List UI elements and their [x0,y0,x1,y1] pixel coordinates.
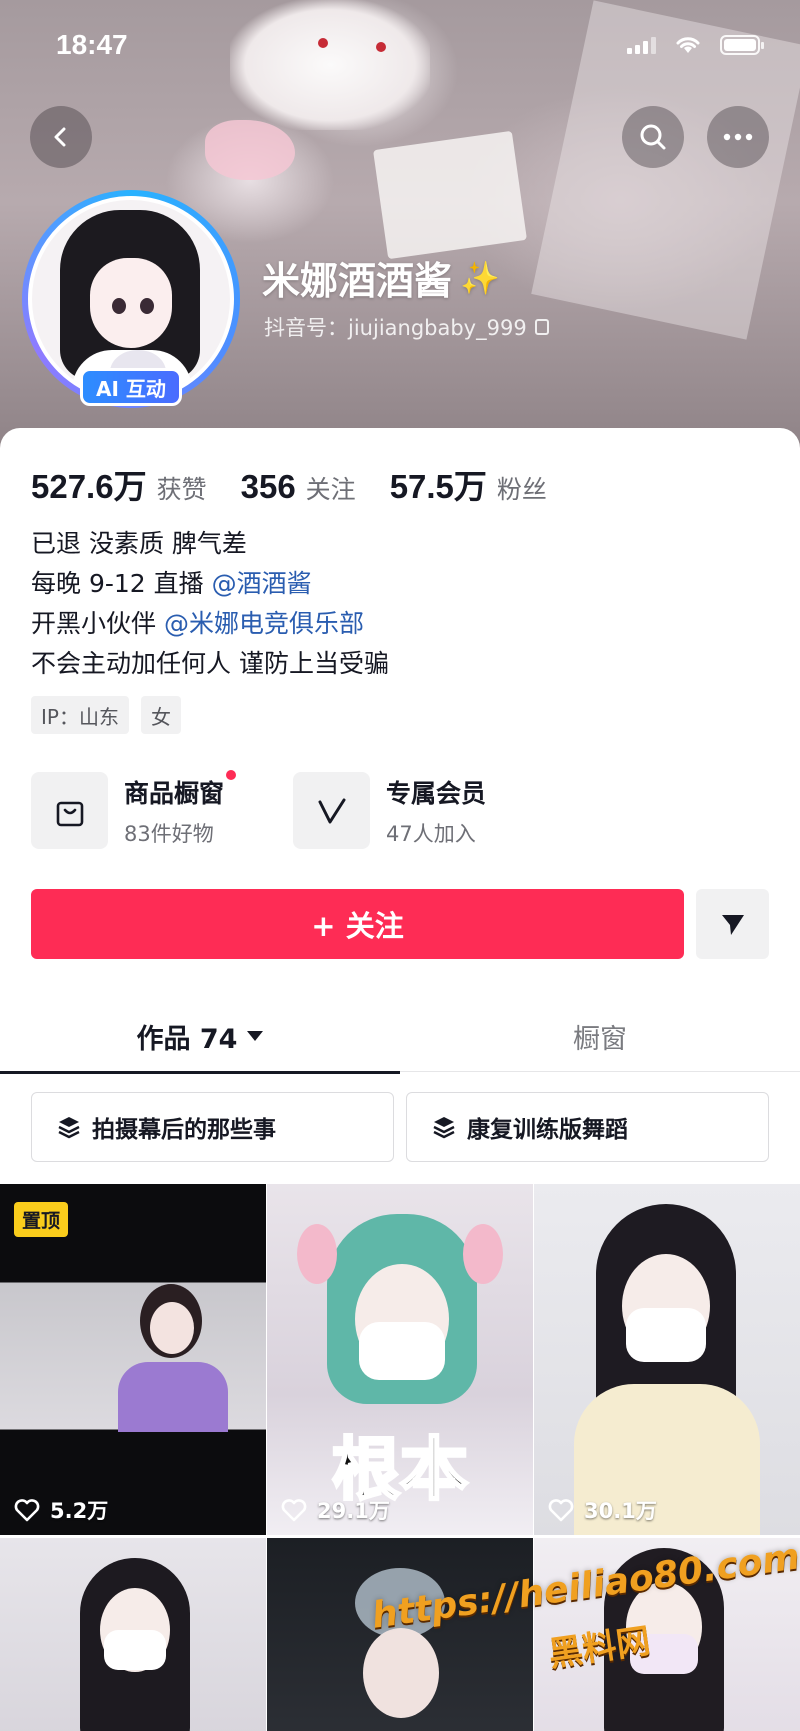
tab-works[interactable]: 作品 74 [0,1000,400,1074]
video-thumbnail[interactable]: 根本 29.1万 [267,1184,533,1535]
more-button[interactable] [707,106,769,168]
bio-line: 每晚 9-12 直播 @酒酒酱 [31,564,389,604]
like-count: 29.1万 [281,1495,390,1525]
share-button[interactable] [696,889,769,959]
video-thumbnail[interactable]: 30.1万 [534,1184,800,1535]
bio-text: 每晚 9-12 直播 [31,569,212,598]
ai-interact-badge[interactable]: AI 互动 [80,368,182,406]
chevron-left-icon [54,127,66,147]
notification-dot [226,769,237,780]
feature-subtitle: 83件好物 [124,821,214,846]
like-count: 5.2万 [14,1495,108,1525]
collection-chip[interactable]: 拍摄幕后的那些事 [31,1092,394,1162]
heart-icon [14,1499,40,1522]
layers-icon [58,1117,80,1139]
collection-label: 拍摄幕后的那些事 [92,1117,276,1143]
video-thumbnail[interactable]: 置顶 5.2万 [0,1184,266,1535]
send-icon [721,915,744,935]
layers-icon [433,1117,455,1139]
stat-likes[interactable]: 527.6万 获赞 [31,460,207,508]
more-dots-icon [723,133,753,141]
video-thumbnail[interactable] [267,1538,533,1731]
nickname-text: 米娜酒酒酱 [262,259,453,303]
collection-label: 康复训练版舞蹈 [467,1117,628,1143]
profile-tags: IP：山东 女 [31,696,181,734]
video-grid: 置顶 5.2万 根本 29.1万 30.1万 [0,1184,800,1731]
feature-subtitle: 47人加入 [386,821,476,846]
copy-icon[interactable] [534,319,549,335]
like-count-text: 30.1万 [584,1499,657,1523]
bio-line: 不会主动加任何人 谨防上当受骗 [31,649,389,678]
v-badge-icon [293,772,370,849]
video-thumbnail[interactable] [0,1538,266,1731]
shop-window-entry[interactable]: 商品橱窗 83件好物 [31,769,261,849]
bio: 已退 没素质 脾气差 每晚 9-12 直播 @酒酒酱 开黑小伙伴 @米娜电竞俱乐… [31,524,389,684]
bio-line: 开黑小伙伴 @米娜电竞俱乐部 [31,604,389,644]
collection-chip[interactable]: 康复训练版舞蹈 [406,1092,769,1162]
search-icon [640,124,666,150]
ip-tag: IP：山东 [31,696,129,734]
bio-text: 开黑小伙伴 [31,609,164,638]
heart-icon [548,1499,574,1522]
stats-row: 527.6万 获赞 356 关注 57.5万 粉丝 [31,460,547,508]
wifi-icon [676,37,700,53]
collections-row: 拍摄幕后的那些事 康复训练版舞蹈 [31,1092,769,1162]
membership-entry[interactable]: 专属会员 47人加入 [293,772,523,849]
stat-followers[interactable]: 57.5万 粉丝 [390,460,547,508]
mention-link[interactable]: @米娜电竞俱乐部 [164,609,364,638]
stat-following[interactable]: 356 关注 [241,468,356,506]
douyin-id-text: 抖音号：jiujiangbaby_999 [264,316,527,340]
tab-shop-window[interactable]: 橱窗 [400,1000,800,1072]
stat-value: 356 [240,468,296,505]
content-tabs: 作品 74 橱窗 [0,1000,800,1074]
banner-note [373,130,527,260]
pinned-badge: 置顶 [14,1202,69,1237]
heart-icon [281,1499,307,1522]
signal-icon [627,36,656,54]
sparkle-icon: ✨ [460,258,500,297]
stat-value: 527.6万 [31,468,147,505]
stat-label: 获赞 [156,475,207,504]
tab-label: 作品 74 [136,1023,238,1055]
caret-down-icon [247,1031,264,1041]
follow-button[interactable]: + 关注 [31,889,684,959]
status-icons [627,35,764,55]
shopping-bag-icon [31,772,108,849]
mention-link[interactable]: @酒酒酱 [212,569,312,598]
stat-value: 57.5万 [389,468,487,505]
stat-label: 关注 [305,475,356,504]
gender-tag: 女 [140,696,181,734]
bio-line: 已退 没素质 脾气差 [31,529,247,558]
nickname: 米娜酒酒酱 ✨ [262,250,500,305]
feature-title: 专属会员 [386,778,487,808]
like-count-text: 5.2万 [50,1499,109,1523]
feature-entries: 商品橱窗 83件好物 专属会员 47人加入 [31,769,523,849]
tab-label: 橱窗 [573,1023,627,1055]
stat-label: 粉丝 [496,475,547,504]
feature-title: 商品橱窗 [124,769,237,810]
like-count-text: 29.1万 [317,1499,390,1523]
battery-icon [720,35,764,55]
search-button[interactable] [622,106,684,168]
back-button[interactable] [30,106,92,168]
status-bar: 18:47 [0,0,800,90]
douyin-id[interactable]: 抖音号：jiujiangbaby_999 [264,312,549,342]
status-time: 18:47 [56,29,128,60]
like-count: 30.1万 [548,1495,657,1525]
